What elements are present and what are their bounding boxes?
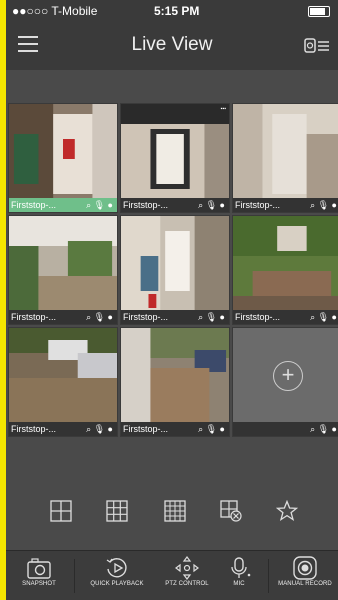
mic-label: MIC (233, 581, 245, 587)
microphone-icon (231, 557, 251, 578)
tile-status-bar: Firststop-... ⌕ 🎙 ● (233, 198, 338, 212)
carrier-label: ●●○○○ T-Mobile (12, 4, 98, 18)
camera-feed-image (9, 104, 117, 200)
tile-icons: ⌕ 🎙 ● (198, 312, 225, 322)
nav-bar: Live View (6, 22, 338, 70)
camera-tile-6[interactable]: Firststop-... ⌕ 🎙 ● (232, 215, 338, 325)
tile-icons: ⌕ 🎙 ● (310, 312, 337, 322)
camera-feed-image (121, 104, 229, 200)
camera-feed-image (233, 104, 338, 200)
battery-icon (308, 6, 330, 17)
layout-9-icon[interactable] (106, 500, 128, 522)
camera-feed-image (121, 328, 229, 424)
tile-status-bar: Firststop-... ⌕ 🎙 ● (233, 310, 338, 324)
toolbar-divider (74, 559, 75, 593)
camera-feed-image (9, 216, 117, 312)
device-list-icon[interactable] (304, 38, 330, 54)
snapshot-button[interactable]: SNAPSHOT (6, 555, 72, 587)
layout-4-icon[interactable] (50, 500, 72, 522)
camera-name: Firststop-... (123, 424, 169, 434)
tile-status-bar: Firststop-... ⌕ 🎙 ● (9, 198, 117, 212)
tile-icons: ⌕ 🎙 ● (310, 424, 337, 434)
tile-icons: ⌕ 🎙 ● (86, 312, 113, 322)
manual-record-label: MANUAL RECORD (278, 581, 332, 587)
layout-16-icon[interactable] (164, 500, 186, 522)
camera-tile-8[interactable]: Firststop-... ⌕ 🎙 ● (120, 327, 230, 437)
camera-grid: Firststop-... ⌕ 🎙 ● ▪▪▪ Firststop-... ⌕ … (8, 103, 338, 437)
camera-feed-image (121, 216, 229, 312)
tile-icons: ⌕ 🎙 ● (86, 424, 113, 434)
camera-name: Firststop-... (235, 312, 281, 322)
close-all-icon[interactable] (220, 500, 242, 522)
favorite-star-icon[interactable] (276, 500, 298, 522)
camera-feed-image (9, 328, 117, 424)
camera-tile-7[interactable]: Firststop-... ⌕ 🎙 ● (8, 327, 118, 437)
phone-screen: ●●○○○ T-Mobile 5:15 PM Live View Firstst… (6, 0, 338, 600)
tile-status-bar: ⌕ 🎙 ● (233, 422, 338, 436)
camera-name: Firststop-... (11, 312, 57, 322)
tile-icons: ⌕ 🎙 ● (198, 200, 225, 210)
camera-tile-3[interactable]: Firststop-... ⌕ 🎙 ● (232, 103, 338, 213)
status-bar: ●●○○○ T-Mobile 5:15 PM (6, 0, 338, 22)
camera-tile-5[interactable]: Firststop-... ⌕ 🎙 ● (120, 215, 230, 325)
camera-name: Firststop-... (123, 312, 169, 322)
ptz-arrows-icon (175, 556, 199, 580)
camera-tile-1[interactable]: Firststop-... ⌕ 🎙 ● (8, 103, 118, 213)
add-camera-icon[interactable]: + (273, 361, 303, 391)
layout-selector (6, 470, 338, 550)
tile-status-bar: Firststop-... ⌕ 🎙 ● (9, 310, 117, 324)
record-icon (293, 556, 317, 580)
tile-icons: ⌕ 🎙 ● (86, 200, 113, 210)
tile-status-bar: Firststop-... ⌕ 🎙 ● (9, 422, 117, 436)
manual-record-button[interactable]: MANUAL RECORD (272, 555, 338, 587)
tile-status-bar: Firststop-... ⌕ 🎙 ● (121, 198, 229, 212)
tile-status-bar: Firststop-... ⌕ 🎙 ● (121, 422, 229, 436)
tile-icons: ⌕ 🎙 ● (310, 200, 337, 210)
toolbar-divider (268, 559, 269, 593)
clock: 5:15 PM (154, 4, 200, 18)
camera-name: Firststop-... (11, 200, 57, 210)
snapshot-label: SNAPSHOT (22, 581, 56, 587)
tile-status-bar: Firststop-... ⌕ 🎙 ● (121, 310, 229, 324)
ptz-control-button[interactable]: PTZ CONTROL (154, 555, 220, 587)
timestamp-overlay: ▪▪▪ (220, 106, 226, 112)
mic-button[interactable]: MIC (214, 555, 264, 587)
ptz-control-label: PTZ CONTROL (165, 581, 209, 587)
page-title: Live View (131, 34, 213, 55)
camera-name: Firststop-... (11, 424, 57, 434)
playback-icon (106, 558, 127, 578)
camera-tile-4[interactable]: Firststop-... ⌕ 🎙 ● (8, 215, 118, 325)
quick-playback-button[interactable]: QUICK PLAYBACK (84, 555, 150, 587)
tile-icons: ⌕ 🎙 ● (198, 424, 225, 434)
camera-icon (27, 558, 51, 579)
quick-playback-label: QUICK PLAYBACK (90, 581, 144, 587)
camera-name: Firststop-... (235, 200, 281, 210)
empty-tile[interactable]: + ⌕ 🎙 ● (232, 327, 338, 437)
camera-tile-2[interactable]: ▪▪▪ Firststop-... ⌕ 🎙 ● (120, 103, 230, 213)
bottom-toolbar: SNAPSHOT QUICK PLAYBACK PTZ CONTROL MIC … (6, 550, 338, 600)
camera-feed-image (233, 216, 338, 312)
camera-name: Firststop-... (123, 200, 169, 210)
